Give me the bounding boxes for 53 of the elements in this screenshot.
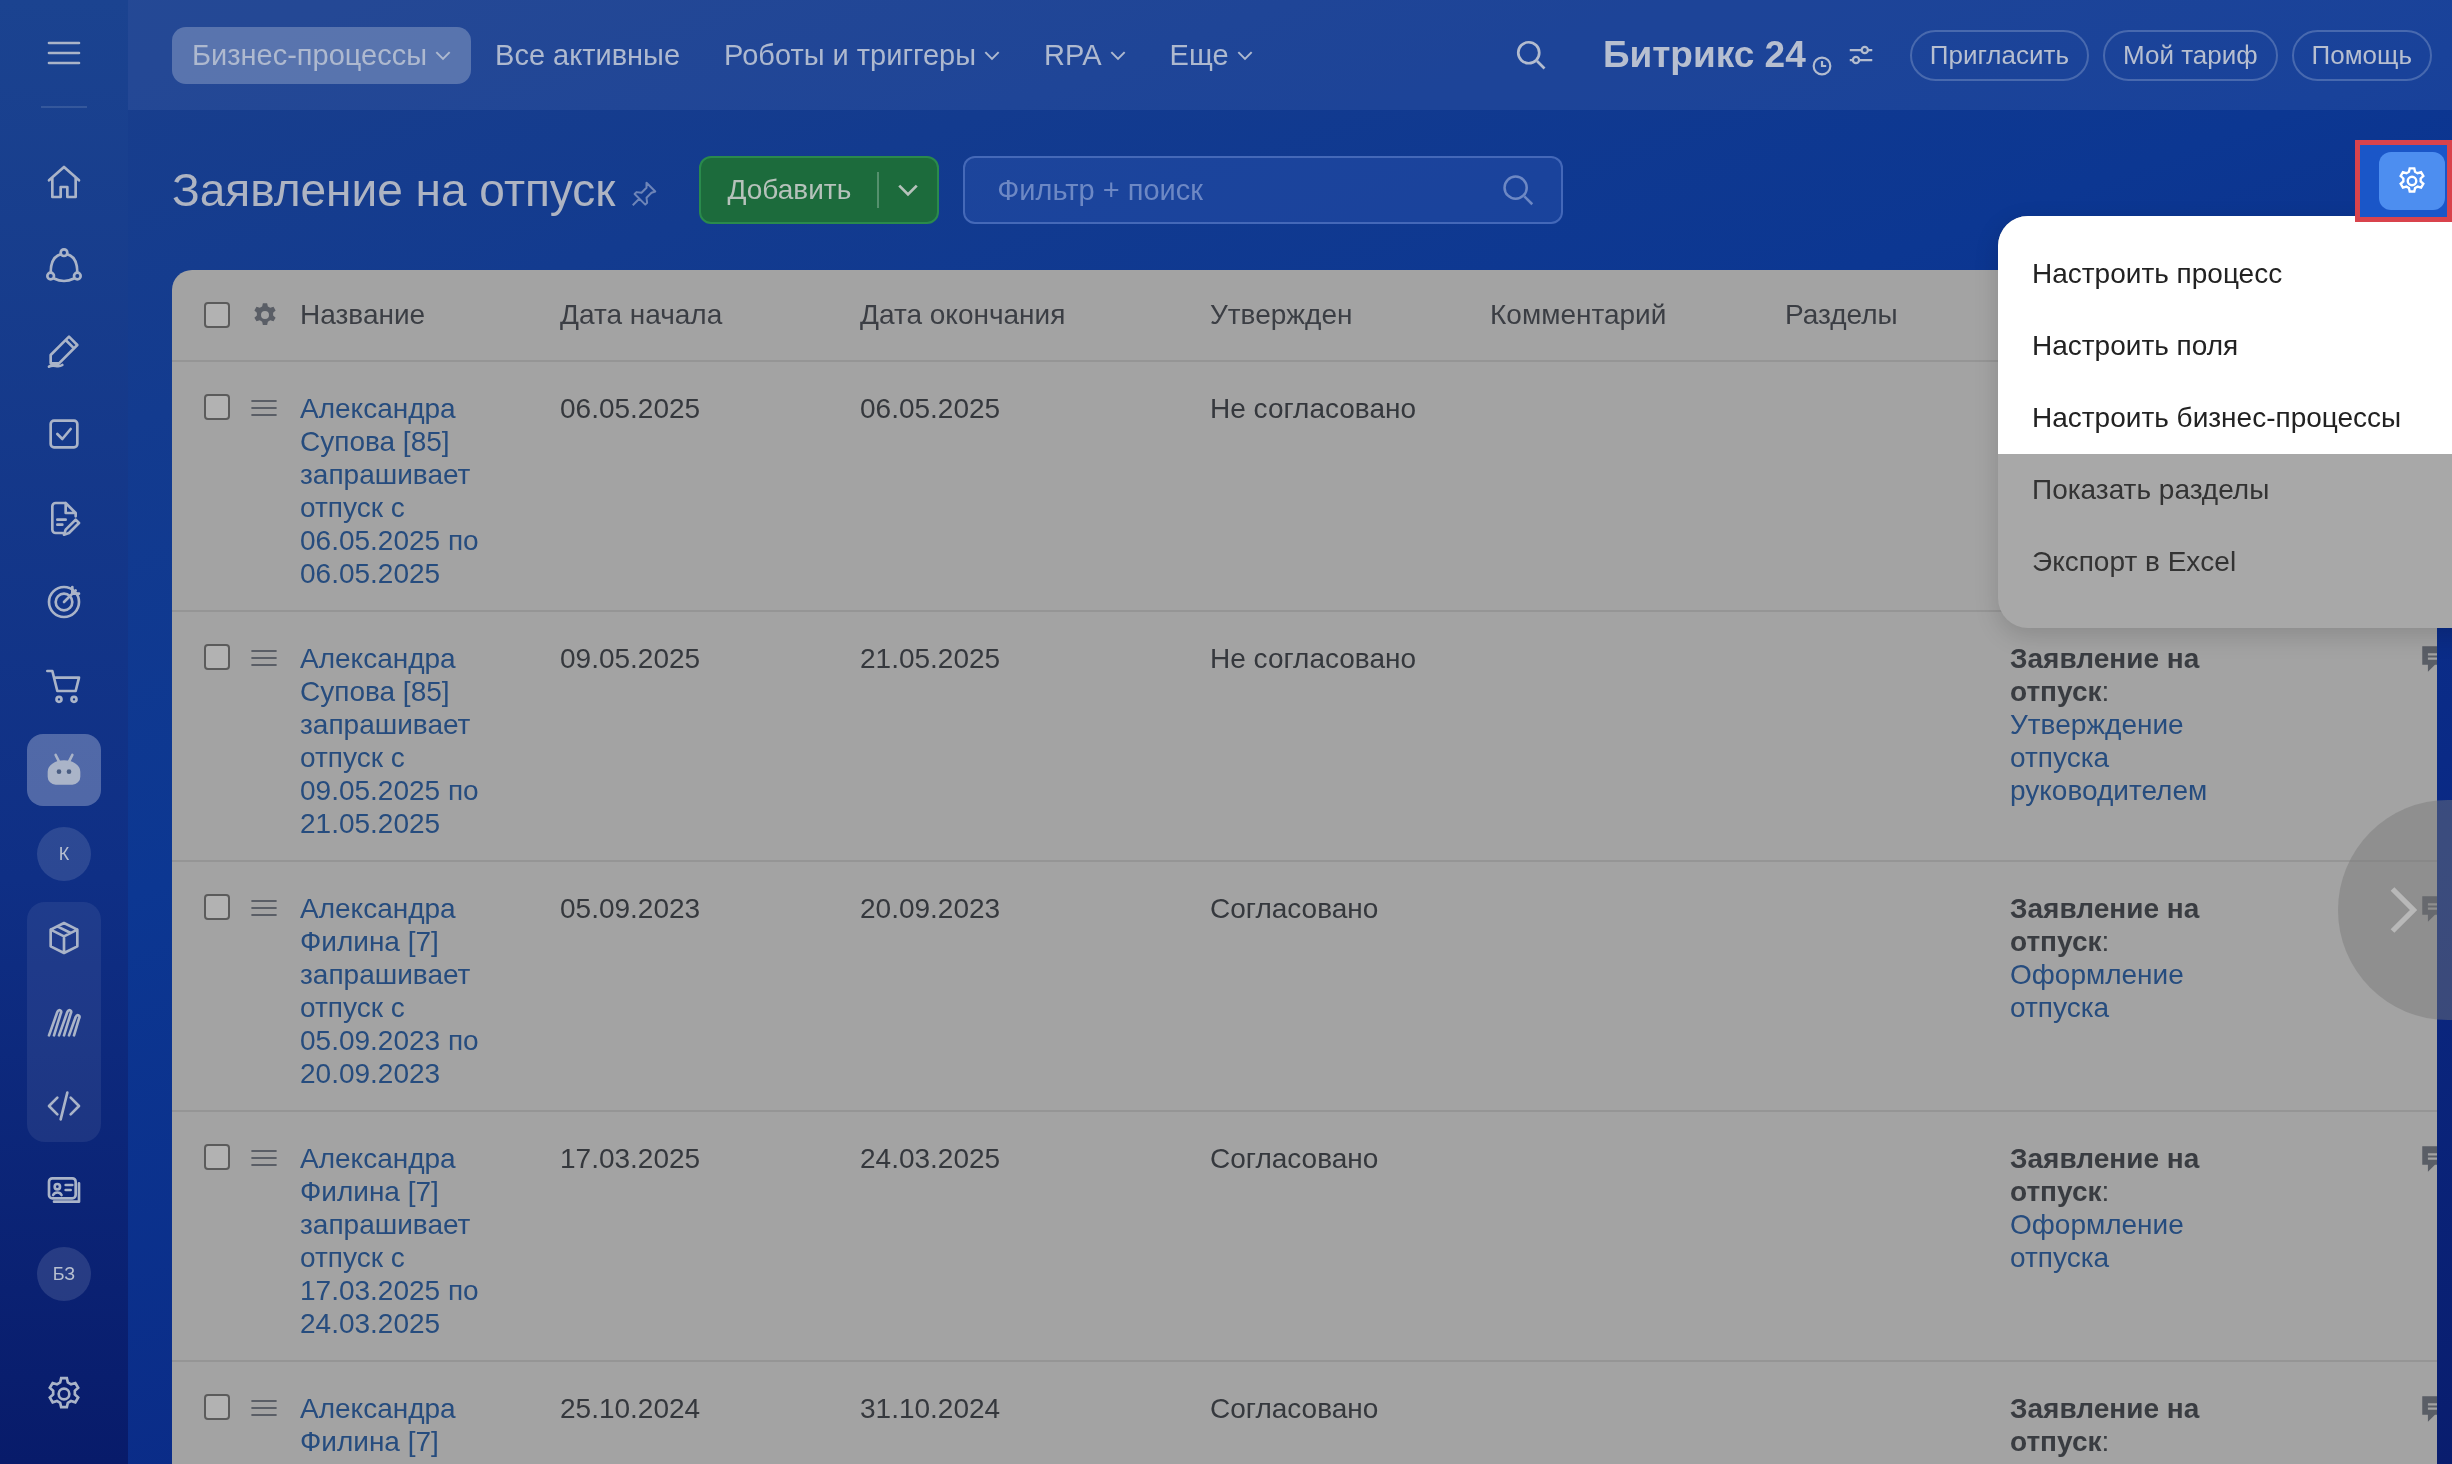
table-cell: Не согласовано xyxy=(1210,392,1417,425)
column-header[interactable]: Разделы xyxy=(1785,299,1898,331)
column-header[interactable]: Название xyxy=(300,299,426,331)
nav-tab[interactable]: RPA xyxy=(1024,26,1146,84)
table-cell: Согласовано xyxy=(1210,1392,1379,1425)
process-title: Заявление на отпуск: xyxy=(2010,892,2201,958)
name-link[interactable]: Александра Супова [85] запрашивает отпуск с 09.05.2025 по 21.05.2025 xyxy=(300,642,520,840)
table-cell: 06.05.2025 xyxy=(860,392,1001,425)
nav-tab[interactable]: Еще xyxy=(1149,26,1273,84)
process-title: Заявление на отпуск: xyxy=(2010,642,2201,708)
header-button[interactable]: Помощь xyxy=(2291,29,2432,81)
table-cell: 20.09.2023 xyxy=(860,892,1001,925)
process-link[interactable]: Утверждение отпуска руководителем xyxy=(2010,708,2250,807)
table-cell: 09.05.2025 xyxy=(560,642,701,675)
column-header[interactable]: Комментарий xyxy=(1490,299,1667,331)
header-button[interactable]: Пригласить xyxy=(1909,29,2089,81)
menu-item[interactable]: Настроить бизнес-процессы xyxy=(1998,382,2452,454)
process-title: Заявление на отпуск: xyxy=(2010,1142,2201,1208)
logo[interactable]: Битрикс 24 xyxy=(1602,34,1806,76)
name-link[interactable]: Александра Филина [7] запрашивает отпуск с 17.03.2025 по 24.03.2025 xyxy=(300,1142,520,1340)
search-input[interactable]: Фильтр + поиск xyxy=(995,172,1500,208)
menu-item[interactable]: Экспорт в Excel xyxy=(1998,526,2452,598)
table-cell: Согласовано xyxy=(1210,892,1379,925)
table-cell: 31.10.2024 xyxy=(860,1392,1001,1425)
process-link[interactable]: Оформление отпуска xyxy=(2010,1208,2250,1274)
table-cell: 24.03.2025 xyxy=(860,1142,1001,1175)
nav-tab[interactable]: Роботы и триггеры xyxy=(704,26,1021,84)
column-header[interactable]: Утвержден xyxy=(1210,299,1353,331)
nav-tab[interactable]: Бизнес-процессы xyxy=(172,26,472,84)
nav-tab[interactable]: Все активные xyxy=(475,26,701,84)
name-link[interactable]: Александра Филина [7] xyxy=(300,1392,520,1458)
avatar[interactable]: БЗ xyxy=(37,1247,91,1301)
add-button[interactable]: Добавить xyxy=(699,156,940,224)
table-cell: Не согласовано xyxy=(1210,642,1417,675)
menu-item[interactable]: Показать разделы xyxy=(1998,454,2452,526)
table-cell: 25.10.2024 xyxy=(560,1392,701,1425)
menu-item[interactable]: Настроить процесс xyxy=(1998,216,2452,310)
process-title: Заявление на отпуск: xyxy=(2010,1392,2201,1458)
header-button[interactable]: Мой тариф xyxy=(2102,29,2278,81)
search-field[interactable]: Фильтр + поиск xyxy=(963,156,1564,224)
avatar[interactable]: К xyxy=(37,827,91,881)
name-link[interactable]: Александра Филина [7] запрашивает отпуск с 05.09.2023 по 20.09.2023 xyxy=(300,892,520,1090)
table-cell: 21.05.2025 xyxy=(860,642,1001,675)
name-link[interactable]: Александра Супова [85] запрашивает отпуск с 06.05.2025 по 06.05.2025 xyxy=(300,392,520,590)
table-cell: Согласовано xyxy=(1210,1142,1379,1175)
menu-item[interactable]: Настроить поля xyxy=(1998,310,2452,382)
table-cell: 17.03.2025 xyxy=(560,1142,701,1175)
table-cell: 05.09.2023 xyxy=(560,892,701,925)
column-header[interactable]: Дата начала xyxy=(560,299,723,331)
process-link[interactable]: Оформление отпуска xyxy=(2010,958,2250,1024)
column-header[interactable]: Дата окончания xyxy=(860,299,1066,331)
page-title: Заявление на отпуск xyxy=(172,163,616,217)
table-cell: 06.05.2025 xyxy=(560,392,701,425)
